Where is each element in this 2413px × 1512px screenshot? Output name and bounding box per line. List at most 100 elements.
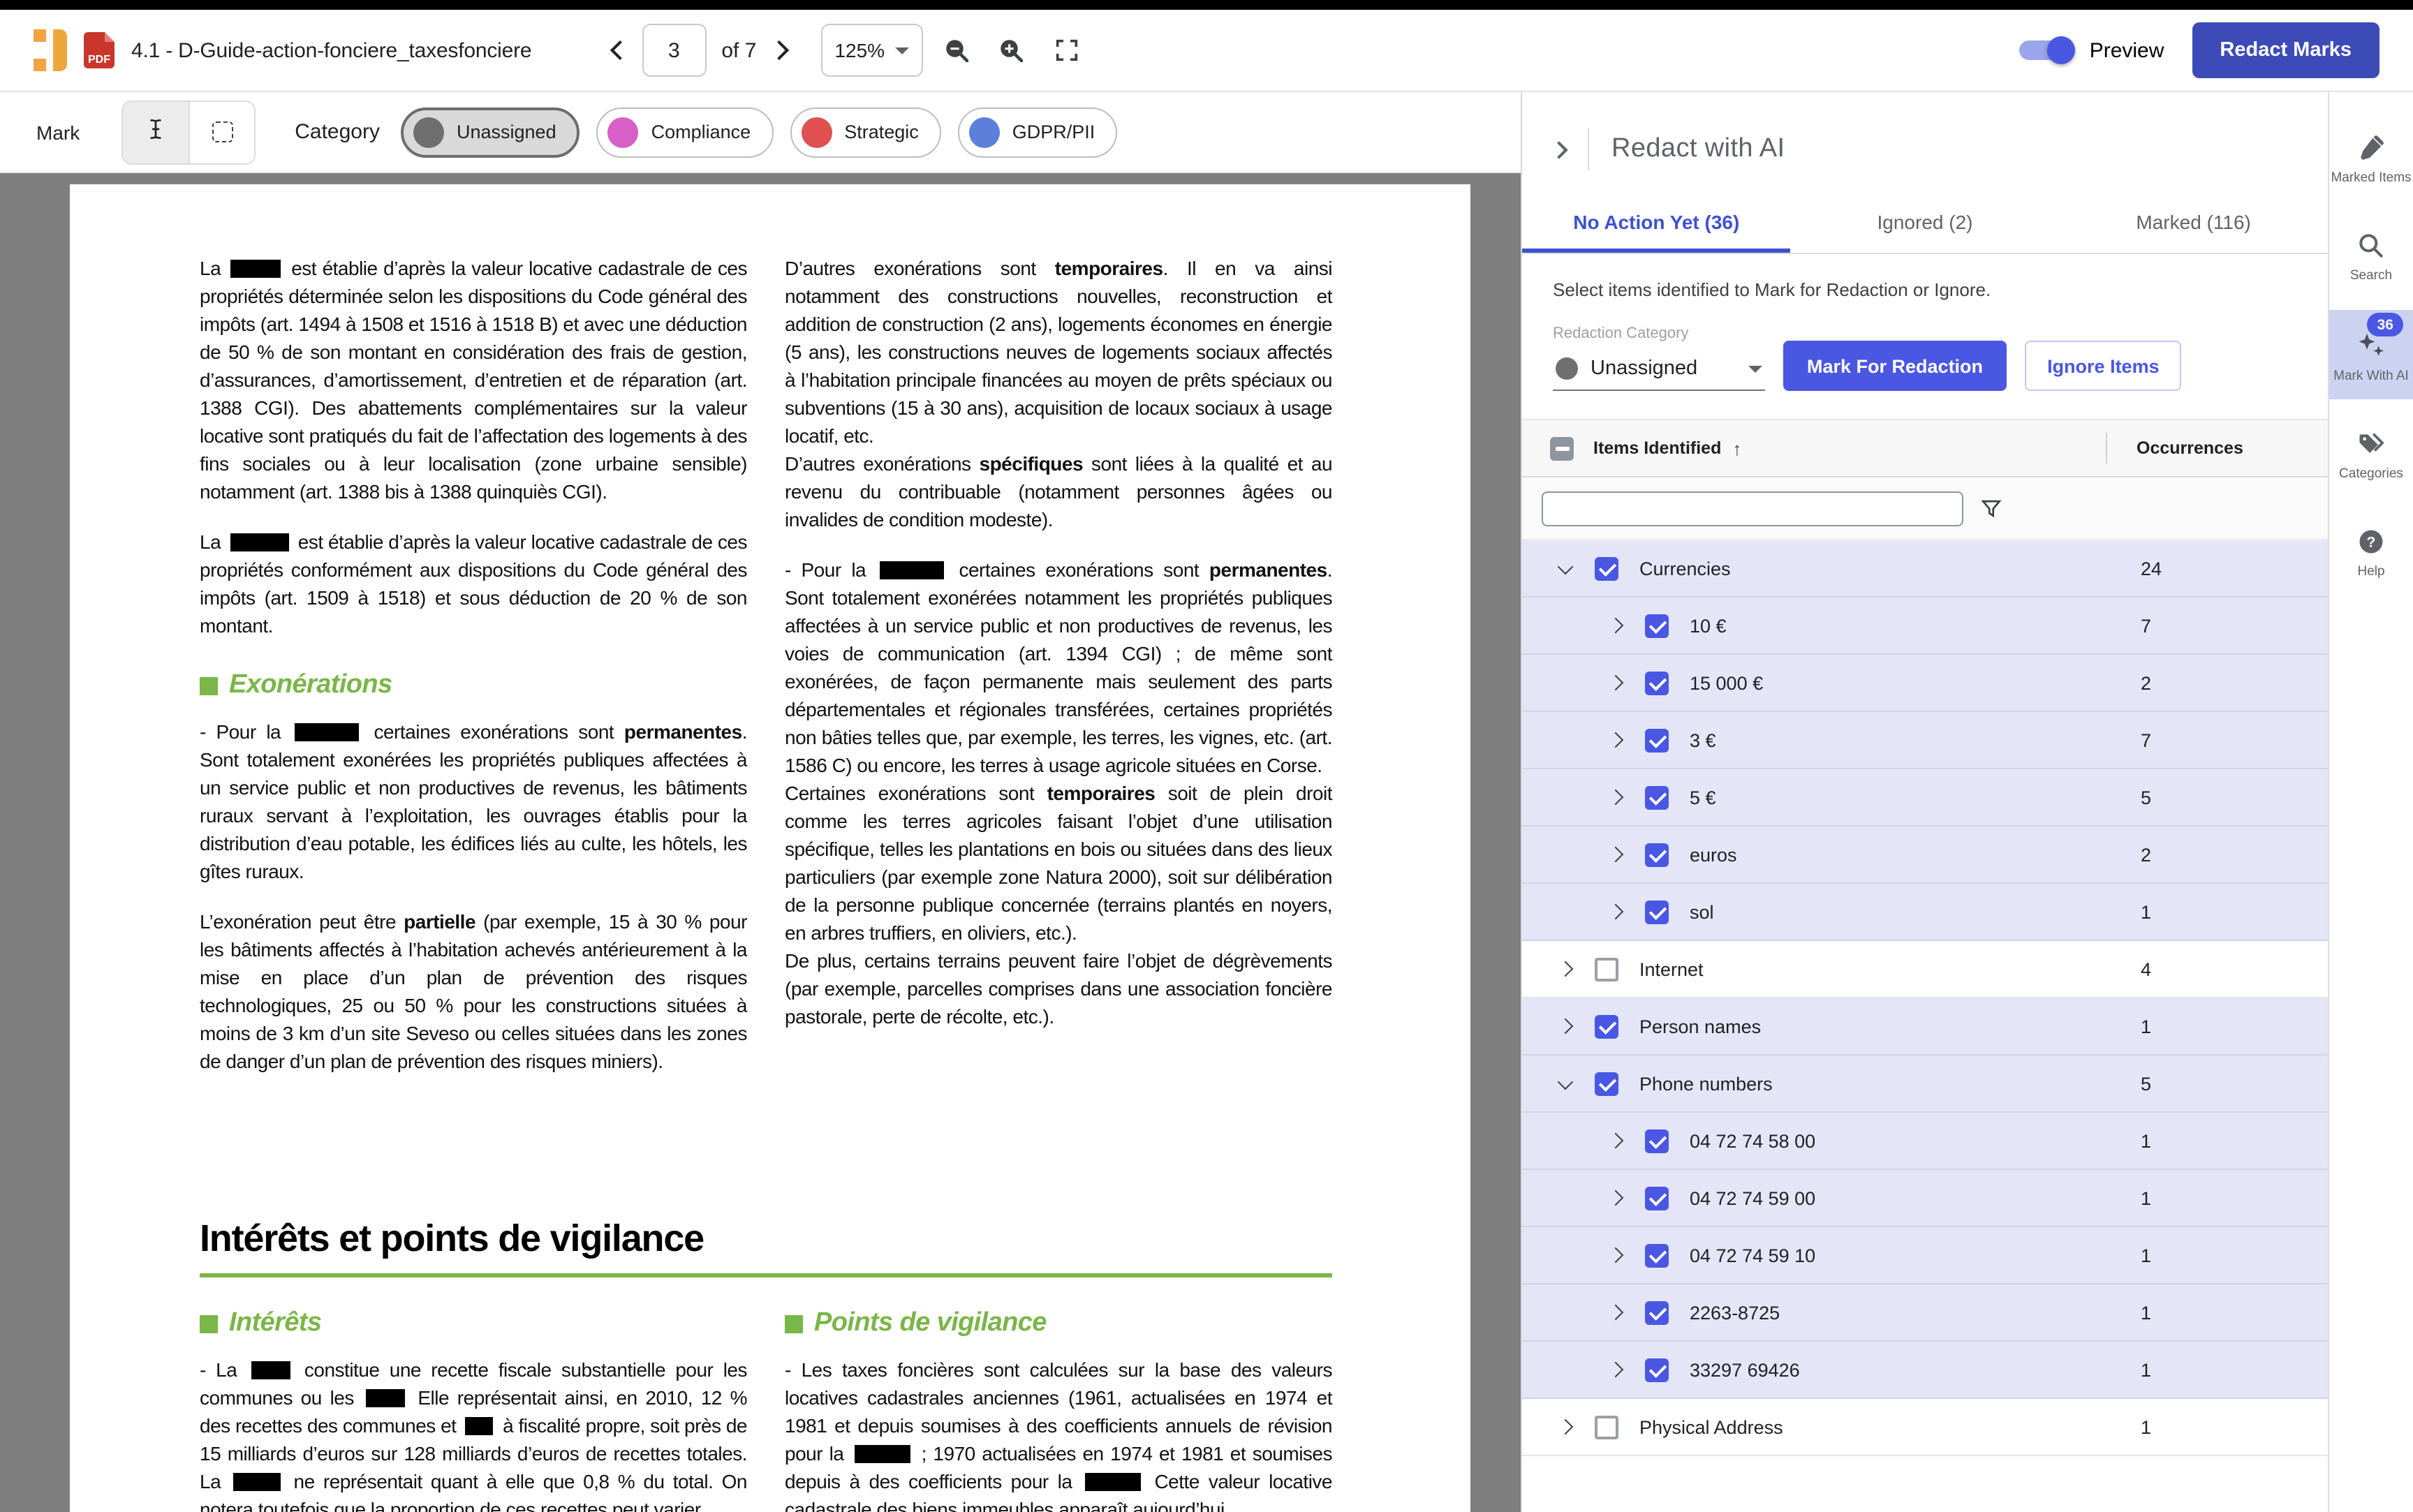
expand-row-chevron-icon[interactable] (1608, 732, 1624, 748)
marquee-icon (212, 121, 233, 142)
rail-item-marked-items[interactable]: Marked Items (2329, 114, 2413, 201)
category-pill-strategic[interactable]: Strategic (790, 107, 941, 157)
mark-toolbar: Mark Category UnassignedComplianceStrate… (0, 92, 1521, 173)
item-checkbox[interactable] (1645, 1129, 1669, 1152)
tab-no-action-yet-36[interactable]: No Action Yet (36) (1522, 193, 1791, 253)
item-checkbox[interactable] (1645, 843, 1669, 866)
category-pill-compliance[interactable]: Compliance (597, 107, 774, 157)
rail-item-help[interactable]: ?Help (2329, 508, 2413, 595)
table-row-10[interactable]: 10 €7 (1522, 598, 2328, 655)
mark-for-redaction-button[interactable]: Mark For Redaction (1783, 341, 2007, 391)
rail-item-categories[interactable]: Categories (2329, 410, 2413, 497)
item-checkbox[interactable] (1645, 1186, 1669, 1210)
collapse-row-chevron-icon[interactable] (1558, 1074, 1574, 1090)
expand-row-chevron-icon[interactable] (1558, 1018, 1574, 1035)
doc-paragraph: Certaines exonérations sont temporaires … (785, 779, 1332, 947)
expand-row-chevron-icon[interactable] (1608, 1133, 1624, 1149)
item-checkbox[interactable] (1595, 1072, 1618, 1095)
collapse-panel-chevron-icon[interactable] (1550, 140, 1567, 158)
doc-text: - Pour la (785, 558, 876, 581)
item-checkbox[interactable] (1645, 671, 1669, 695)
item-checkbox[interactable] (1645, 900, 1669, 924)
table-row-5[interactable]: 5 €5 (1522, 769, 2328, 827)
ignore-items-button[interactable]: Ignore Items (2025, 341, 2182, 391)
expand-row-chevron-icon[interactable] (1558, 1419, 1574, 1435)
redaction-category-select[interactable]: Unassigned (1553, 353, 1765, 391)
next-page-chevron-icon[interactable] (769, 40, 788, 60)
item-occurrence-count: 2 (2141, 844, 2151, 865)
area-select-tool-button[interactable] (189, 101, 254, 163)
expand-row-chevron-icon[interactable] (1608, 847, 1624, 863)
doc-paragraph: De plus, certains terrains peuvent faire… (785, 947, 1332, 1030)
rail-item-label: Mark With AI (2333, 369, 2409, 384)
table-row-physical-address[interactable]: Physical Address1 (1522, 1399, 2328, 1456)
table-row-person-names[interactable]: Person names1 (1522, 998, 2328, 1055)
item-checkbox[interactable] (1645, 1243, 1669, 1267)
items-filter-input[interactable] (1542, 491, 1963, 526)
fullscreen-icon[interactable] (1047, 31, 1086, 70)
expand-row-chevron-icon[interactable] (1608, 1190, 1624, 1206)
expand-row-chevron-icon[interactable] (1608, 1305, 1624, 1321)
zoom-out-icon[interactable] (938, 31, 977, 70)
doc-text: D’autres exonérations sont (785, 257, 1055, 279)
rail-item-label: Marked Items (2331, 170, 2411, 186)
zoom-in-icon[interactable] (992, 31, 1031, 70)
pdf-file-icon: PDF (84, 32, 115, 68)
redaction-box (251, 1361, 290, 1379)
table-row-15-000[interactable]: 15 000 €2 (1522, 655, 2328, 712)
item-checkbox[interactable] (1645, 1300, 1669, 1324)
table-row-currencies[interactable]: Currencies24 (1522, 540, 2328, 598)
item-checkbox[interactable] (1645, 1358, 1669, 1381)
table-row-3[interactable]: 3 €7 (1522, 712, 2328, 769)
rail-item-mark-with-ai[interactable]: 36Mark With AI (2329, 310, 2413, 399)
tab-marked-116[interactable]: Marked (116) (2059, 193, 2328, 253)
table-row-04-72-74-58-00[interactable]: 04 72 74 58 001 (1522, 1113, 2328, 1170)
zoom-level-select[interactable]: 125% (820, 24, 922, 77)
tab-ignored-2[interactable]: Ignored (2) (1791, 193, 2060, 253)
expand-row-chevron-icon[interactable] (1558, 961, 1574, 977)
item-occurrence-count: 1 (2141, 1130, 2151, 1151)
item-checkbox[interactable] (1645, 785, 1669, 809)
page-number-input[interactable] (642, 24, 706, 77)
expand-row-chevron-icon[interactable] (1608, 1362, 1624, 1378)
previous-page-chevron-icon[interactable] (610, 40, 629, 60)
text-select-tool-button[interactable] (123, 101, 189, 163)
expand-row-chevron-icon[interactable] (1608, 790, 1624, 806)
collapse-row-chevron-icon[interactable] (1558, 558, 1574, 575)
table-row-euros[interactable]: euros2 (1522, 827, 2328, 884)
select-all-checkbox[interactable] (1550, 436, 1574, 460)
item-checkbox[interactable] (1595, 957, 1618, 981)
table-row-33297-69426[interactable]: 33297 694261 (1522, 1342, 2328, 1399)
table-row-phone-numbers[interactable]: Phone numbers5 (1522, 1055, 2328, 1113)
right-rail: Marked Items Search 36Mark With AI Categori… (2328, 92, 2413, 1512)
category-pill-group: Unassigned Compliance Strategic GDPR/PII (401, 107, 1117, 157)
category-pill-unassigned[interactable]: Unassigned (401, 107, 580, 157)
chevron-down-icon (1748, 365, 1762, 372)
table-row-04-72-74-59-00[interactable]: 04 72 74 59 001 (1522, 1170, 2328, 1227)
doc-text: L’exonération peut être (200, 910, 404, 933)
item-checkbox[interactable] (1645, 614, 1669, 637)
table-row-04-72-74-59-10[interactable]: 04 72 74 59 101 (1522, 1227, 2328, 1284)
item-checkbox[interactable] (1595, 1014, 1618, 1038)
preview-toggle[interactable] (2020, 40, 2073, 60)
table-row-sol[interactable]: sol1 (1522, 884, 2328, 941)
table-row-internet[interactable]: Internet4 (1522, 941, 2328, 998)
expand-row-chevron-icon[interactable] (1608, 618, 1624, 634)
item-checkbox[interactable] (1645, 728, 1669, 752)
item-label: Person names (1639, 1016, 1761, 1037)
redact-marks-button[interactable]: Redact Marks (2192, 22, 2379, 78)
category-pill-gdpr-pii[interactable]: GDPR/PII (958, 107, 1118, 157)
item-checkbox[interactable] (1595, 1415, 1618, 1439)
pdf-page: La est établie d’après la valeur locativ… (70, 184, 1470, 1512)
sort-ascending-icon[interactable]: ↑ (1732, 438, 1741, 459)
filter-funnel-icon[interactable] (1979, 496, 2004, 521)
item-checkbox[interactable] (1595, 556, 1618, 580)
app-root: PDF 4.1 - D-Guide-action-fonciere_taxesf… (0, 0, 2413, 1512)
expand-row-chevron-icon[interactable] (1608, 1247, 1624, 1263)
table-row-2263-8725[interactable]: 2263-87251 (1522, 1284, 2328, 1342)
rail-item-search[interactable]: Search (2329, 212, 2413, 299)
expand-row-chevron-icon[interactable] (1608, 675, 1624, 691)
document-viewport[interactable]: La est établie d’après la valeur locativ… (0, 173, 1521, 1512)
expand-row-chevron-icon[interactable] (1608, 904, 1624, 920)
rail-item-label: Search (2350, 268, 2392, 283)
